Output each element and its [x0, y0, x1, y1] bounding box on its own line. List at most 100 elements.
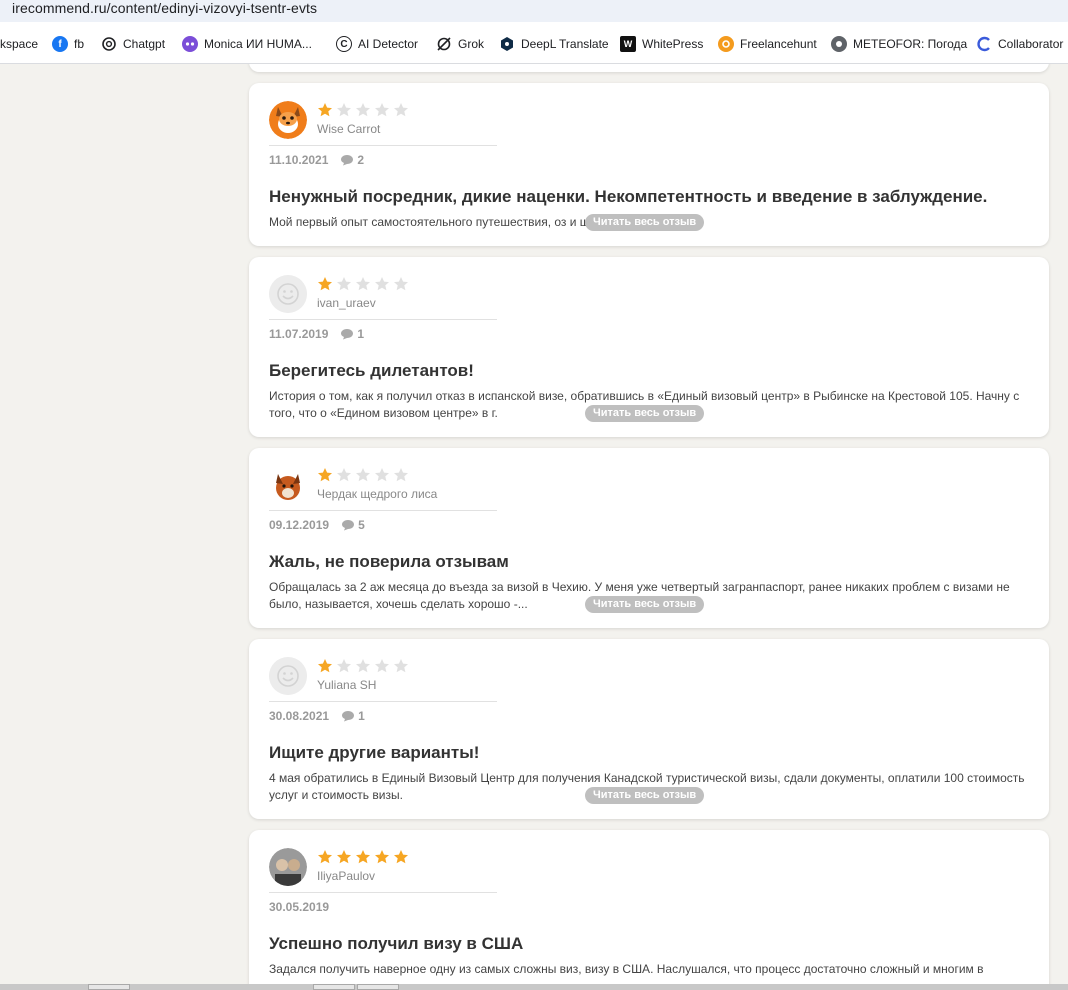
star-filled-icon — [318, 103, 332, 117]
user-avatar[interactable] — [269, 466, 307, 504]
star-empty-icon — [337, 468, 351, 482]
bookmarks-bar: kspace f fb Chatgpt Monica ИИ HUMA... C … — [0, 24, 1068, 64]
star-empty-icon — [375, 468, 389, 482]
comments-count-value: 2 — [357, 153, 365, 167]
review-card[interactable]: IliyaPaulov 30.05.2019 Успешно получил в… — [249, 830, 1049, 984]
bookmark-label: METEOFOR: Погода — [853, 37, 968, 51]
review-title[interactable]: Жаль, не поверила отзывам — [269, 552, 509, 572]
bookmark-ai-detector[interactable]: C AI Detector — [336, 24, 418, 63]
bookmark-label: Chatgpt — [123, 37, 166, 51]
star-empty-icon — [337, 277, 351, 291]
scrollbar-thumb[interactable] — [88, 984, 130, 990]
fox-avatar-icon — [269, 101, 307, 139]
rating-stars — [317, 658, 409, 674]
read-more-button[interactable]: Читать весь отзыв — [585, 405, 705, 422]
author-name[interactable]: IliyaPaulov — [317, 869, 375, 883]
bookmark-label: WhitePress — [642, 37, 704, 51]
read-more-button[interactable]: Читать весь отзыв — [585, 214, 705, 231]
collaborator-icon — [976, 36, 992, 52]
review-card[interactable]: Yuliana SH 30.08.2021 1 Ищите другие вар… — [249, 639, 1049, 819]
author-name[interactable]: ivan_uraev — [317, 296, 376, 310]
bookmark-label: fb — [74, 37, 85, 51]
bookmark-monica[interactable]: Monica ИИ HUMA... — [182, 24, 312, 63]
bookmark-chatgpt[interactable]: Chatgpt — [101, 24, 166, 63]
bookmark-label: Monica ИИ HUMA... — [204, 37, 312, 51]
star-filled-icon — [318, 468, 332, 482]
review-date: 11.10.2021 — [269, 153, 329, 167]
meteofor-icon — [831, 36, 847, 52]
user-avatar[interactable] — [269, 657, 307, 695]
smiley-avatar-icon — [269, 275, 307, 313]
comments-count-value: 5 — [358, 518, 365, 532]
star-filled-icon — [356, 850, 370, 864]
bookmark-label: Collaborator — [998, 37, 1064, 51]
comment-icon — [341, 155, 354, 166]
bookmark-whitepress[interactable]: W WhitePress — [620, 24, 704, 63]
comment-icon — [342, 520, 355, 531]
comments-count-value: 1 — [358, 709, 365, 723]
author-name[interactable]: Wise Carrot — [317, 122, 380, 136]
star-empty-icon — [394, 277, 408, 291]
freelancehunt-icon — [718, 36, 734, 52]
review-card[interactable]: Wise Carrot 11.10.2021 2 Ненужный посред… — [249, 83, 1049, 246]
photo-avatar-icon — [269, 848, 307, 886]
divider — [269, 319, 497, 320]
url-text[interactable]: irecommend.ru/content/edinyi-vizovyi-tse… — [12, 0, 317, 16]
review-meta: 11.07.2019 1 — [269, 327, 364, 341]
star-filled-icon — [375, 850, 389, 864]
review-title[interactable]: Ищите другие варианты! — [269, 743, 479, 763]
bookmark-grok[interactable]: Grok — [436, 24, 485, 63]
star-filled-icon — [337, 850, 351, 864]
bookmark-label: DeepL Translate — [521, 37, 609, 51]
star-empty-icon — [375, 659, 389, 673]
comments-count[interactable]: 1 — [341, 709, 365, 723]
bookmark-freelancehunt[interactable]: Freelancehunt — [718, 24, 817, 63]
read-more-button[interactable]: Читать весь отзыв — [585, 787, 705, 804]
star-filled-icon — [318, 659, 332, 673]
star-empty-icon — [356, 659, 370, 673]
smiley-avatar-icon — [269, 657, 307, 695]
bookmark-deepl[interactable]: DeepL Translate — [499, 24, 609, 63]
horizontal-scrollbar[interactable] — [0, 984, 1068, 990]
divider — [269, 145, 497, 146]
star-filled-icon — [318, 850, 332, 864]
bookmark-collaborator[interactable]: Collaborator — [976, 24, 1064, 63]
review-date: 30.08.2021 — [269, 709, 330, 723]
comments-count[interactable]: 1 — [340, 327, 364, 341]
author-name[interactable]: Чердак щедрого лиса — [317, 487, 437, 501]
star-empty-icon — [375, 277, 389, 291]
review-card[interactable]: ivan_uraev 11.07.2019 1 Берегитесь дилет… — [249, 257, 1049, 437]
divider — [269, 510, 497, 511]
review-title[interactable]: Берегитесь дилетантов! — [269, 361, 474, 381]
scrollbar-thumb[interactable] — [313, 984, 355, 990]
star-empty-icon — [337, 103, 351, 117]
scrollbar-thumb[interactable] — [357, 984, 399, 990]
review-card-partial[interactable] — [249, 64, 1049, 72]
user-avatar[interactable] — [269, 848, 307, 886]
comments-count-value: 1 — [357, 327, 365, 341]
star-empty-icon — [356, 277, 370, 291]
grok-icon — [436, 36, 452, 52]
whitepress-icon: W — [620, 36, 636, 52]
bookmark-label: kspace — [0, 37, 39, 51]
review-date: 09.12.2019 — [269, 518, 330, 532]
author-name[interactable]: Yuliana SH — [317, 678, 376, 692]
bookmark-meteofor[interactable]: METEOFOR: Погода — [831, 24, 968, 63]
review-card[interactable]: Чердак щедрого лиса 09.12.2019 5 Жаль, н… — [249, 448, 1049, 628]
review-title[interactable]: Успешно получил визу в США — [269, 934, 523, 954]
rating-stars — [317, 849, 409, 865]
user-avatar[interactable] — [269, 101, 307, 139]
reviews-list: Wise Carrot 11.10.2021 2 Ненужный посред… — [0, 64, 1068, 984]
address-bar[interactable]: irecommend.ru/content/edinyi-vizovyi-tse… — [0, 0, 1068, 24]
comments-count[interactable]: 2 — [340, 153, 364, 167]
divider — [269, 701, 497, 702]
review-title[interactable]: Ненужный посредник, дикие наценки. Неком… — [269, 187, 987, 207]
read-more-button[interactable]: Читать весь отзыв — [585, 596, 705, 613]
user-avatar[interactable] — [269, 275, 307, 313]
bookmark-workspace[interactable]: kspace — [0, 24, 39, 63]
copyright-icon: C — [336, 36, 352, 52]
bookmark-label: Grok — [458, 37, 485, 51]
review-meta: 30.05.2019 — [269, 900, 329, 914]
bookmark-fb[interactable]: f fb — [52, 24, 85, 63]
comments-count[interactable]: 5 — [341, 518, 365, 532]
